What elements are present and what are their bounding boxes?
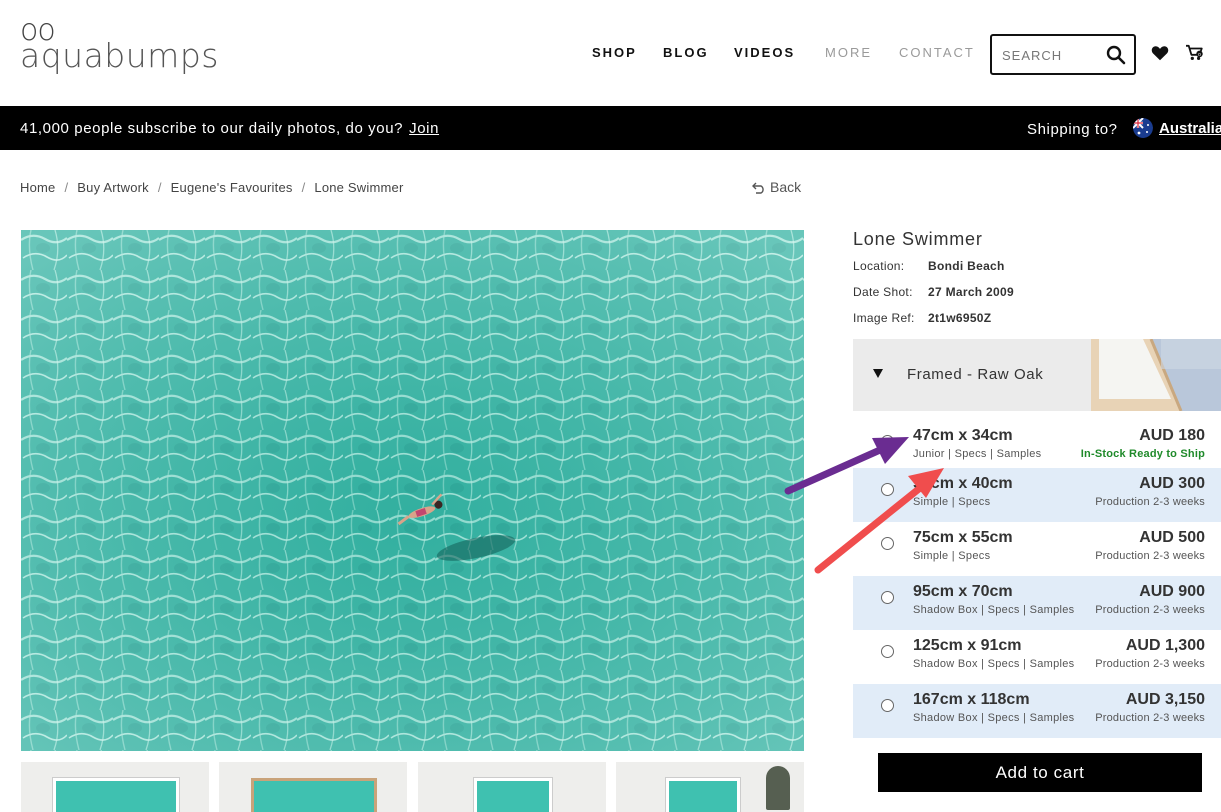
breadcrumb-separator: / [157, 180, 162, 195]
back-label: Back [770, 179, 802, 195]
size-radio[interactable] [881, 645, 894, 658]
location-value: Bondi Beach [928, 259, 1005, 273]
nav-contact[interactable]: CONTACT [899, 45, 975, 60]
thumbnail-4[interactable] [616, 762, 804, 812]
option-price: AUD 180 [1139, 427, 1205, 444]
size-radio[interactable] [881, 537, 894, 550]
option-availability: Production 2-3 weeks [1095, 550, 1205, 562]
location-row: Location: Bondi Beach [853, 259, 1005, 273]
breadcrumb-separator: / [301, 180, 306, 195]
option-price: AUD 3,150 [1125, 691, 1205, 708]
option-size: 95cm x 70cm [913, 583, 1013, 600]
size-option-row[interactable]: 47cm x 34cm Junior | Specs | Samples AUD… [853, 420, 1221, 474]
search-icon[interactable] [1106, 45, 1126, 65]
option-details-links[interactable]: Simple | Specs [913, 550, 990, 562]
frame-type-dropdown[interactable]: Framed - Raw Oak [853, 339, 1221, 411]
option-size: 47cm x 34cm [913, 427, 1013, 444]
option-availability: Production 2-3 weeks [1095, 658, 1205, 670]
option-price: AUD 1,300 [1125, 637, 1205, 654]
thumbnail-1[interactable] [21, 762, 209, 812]
breadcrumb-eugenes-favourites[interactable]: Eugene's Favourites [171, 180, 293, 195]
option-availability: Production 2-3 weeks [1095, 712, 1205, 724]
size-option-row[interactable]: 167cm x 118cm Shadow Box | Specs | Sampl… [853, 684, 1221, 738]
dropdown-triangle-icon [873, 369, 883, 378]
nav-shop[interactable]: SHOP [592, 45, 637, 60]
nav-more[interactable]: MORE [825, 45, 872, 60]
option-size: 75cm x 55cm [913, 529, 1013, 546]
thumbnail-2[interactable] [219, 762, 407, 812]
subscribe-banner: 41,000 people subscribe to our daily pho… [0, 106, 1221, 150]
breadcrumb-current: Lone Swimmer [314, 180, 404, 195]
date-label: Date Shot: [853, 285, 913, 299]
back-link[interactable]: Back [752, 179, 801, 195]
svg-text:0: 0 [1198, 52, 1201, 58]
option-size: 167cm x 118cm [913, 691, 1030, 708]
size-radio[interactable] [881, 483, 894, 496]
shipping-country-link[interactable]: Australia [1159, 120, 1221, 137]
search-box [990, 34, 1136, 75]
option-availability: In-Stock Ready to Ship [1080, 448, 1205, 460]
ref-label: Image Ref: [853, 311, 915, 325]
australia-flag-icon[interactable] [1133, 118, 1153, 138]
option-size: 52cm x 40cm [913, 475, 1013, 492]
add-to-cart-button[interactable]: Add to cart [878, 753, 1202, 792]
option-size: 125cm x 91cm [913, 637, 1022, 654]
thumbnail-3[interactable] [418, 762, 606, 812]
product-photo[interactable] [21, 230, 804, 751]
lone-swimmer-photo [21, 230, 804, 751]
option-details-links[interactable]: Shadow Box | Specs | Samples [913, 658, 1074, 670]
breadcrumb-buy-artwork[interactable]: Buy Artwork [77, 180, 149, 195]
shipping-label: Shipping to? [1027, 121, 1118, 138]
option-price: AUD 500 [1139, 529, 1205, 546]
date-value: 27 March 2009 [928, 285, 1014, 299]
size-option-row[interactable]: 125cm x 91cm Shadow Box | Specs | Sample… [853, 630, 1221, 684]
option-details-links[interactable]: Simple | Specs [913, 496, 990, 508]
breadcrumb: Home / Buy Artwork / Eugene's Favourites / Lon… [20, 180, 404, 195]
size-option-row[interactable]: 75cm x 55cm Simple | Specs AUD 500 Produ… [853, 522, 1221, 576]
size-radio[interactable] [881, 591, 894, 604]
heart-icon[interactable] [1151, 44, 1169, 62]
nav-videos[interactable]: VIDEOS [734, 45, 795, 60]
logo-wordmark: aquabumps [20, 36, 219, 75]
frame-preview-image [1091, 339, 1221, 411]
size-radio[interactable] [881, 699, 894, 712]
option-price: AUD 900 [1139, 583, 1205, 600]
option-details-links[interactable]: Shadow Box | Specs | Samples [913, 604, 1074, 616]
option-price: AUD 300 [1139, 475, 1205, 492]
breadcrumb-home[interactable]: Home [20, 180, 55, 195]
ref-value: 2t1w6950Z [928, 311, 992, 325]
option-details-links[interactable]: Junior | Specs | Samples [913, 448, 1041, 460]
date-row: Date Shot: 27 March 2009 [853, 285, 1014, 299]
join-link[interactable]: Join [409, 120, 439, 137]
size-option-row[interactable]: 95cm x 70cm Shadow Box | Specs | Samples… [853, 576, 1221, 630]
option-details-links[interactable]: Shadow Box | Specs | Samples [913, 712, 1074, 724]
search-input[interactable] [1002, 46, 1102, 64]
back-arrow-icon [752, 182, 764, 194]
location-label: Location: [853, 259, 905, 273]
product-title: Lone Swimmer [853, 229, 983, 249]
option-availability: Production 2-3 weeks [1095, 604, 1205, 616]
thumbnail-strip [21, 762, 804, 812]
ref-row: Image Ref: 2t1w6950Z [853, 311, 991, 325]
option-availability: Production 2-3 weeks [1095, 496, 1205, 508]
breadcrumb-separator: / [64, 180, 69, 195]
subscribe-message: 41,000 people subscribe to our daily pho… [20, 120, 404, 137]
cart-icon[interactable]: 0 [1185, 44, 1205, 62]
nav-blog[interactable]: BLOG [663, 45, 709, 60]
frame-type-label: Framed - Raw Oak [907, 366, 1044, 383]
size-radio[interactable] [881, 435, 894, 448]
site-header: oo aquabumps SHOP BLOG VIDEOS MORE CONTA… [0, 0, 1221, 106]
size-option-row[interactable]: 52cm x 40cm Simple | Specs AUD 300 Produ… [853, 468, 1221, 522]
aquabumps-logo[interactable]: oo aquabumps [20, 16, 218, 74]
